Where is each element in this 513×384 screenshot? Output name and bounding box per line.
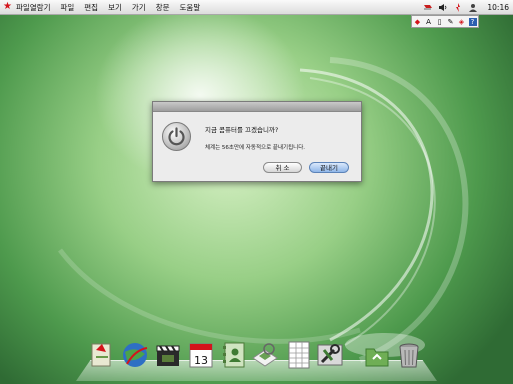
shutdown-button[interactable]: 끝내기	[309, 162, 349, 173]
menu-edit[interactable]: 편집	[84, 2, 98, 13]
volume-icon[interactable]	[438, 3, 448, 12]
dialog-question: 지금 콤퓨터를 끄겠습니까?	[205, 126, 279, 134]
menu-file[interactable]: 파일	[60, 2, 74, 13]
red-star-icon[interactable]: ★	[3, 2, 12, 12]
settings-icon[interactable]: ✎	[447, 18, 455, 26]
input-method-toolbar: ◆ A ▯ ✎ ◈ ?	[411, 15, 479, 28]
contacts-book-icon[interactable]	[220, 340, 248, 370]
video-clapper-icon[interactable]	[154, 340, 182, 370]
cancel-button[interactable]: 취 소	[263, 162, 302, 173]
top-menubar: ★ 파일열람기 파일 편집 보기 가기 창문 도움말 10:16	[0, 0, 513, 15]
menu-help[interactable]: 도움말	[180, 2, 201, 13]
shutdown-dialog: 지금 콤퓨터를 끄겠습니까? 체계는 56초만에 자동적으로 끝내기됩니다. 취…	[152, 101, 362, 182]
calendar-icon[interactable]: 13	[187, 340, 215, 370]
desktop: ★ 파일열람기 파일 편집 보기 가기 창문 도움말 10:16 ◆ A ▯ ✎…	[0, 0, 513, 384]
menu-file-browser[interactable]: 파일열람기	[16, 2, 51, 13]
help-icon[interactable]: ?	[468, 17, 477, 26]
user-icon[interactable]	[468, 3, 478, 12]
system-tray: 10:16	[423, 1, 509, 13]
trash-icon[interactable]	[395, 340, 423, 370]
layout-icon[interactable]: ▯	[436, 18, 444, 26]
folder-icon[interactable]	[363, 340, 391, 370]
clock[interactable]: 10:16	[487, 3, 509, 12]
documents-icon[interactable]	[88, 340, 116, 370]
menu-view[interactable]: 보기	[108, 2, 122, 13]
dialog-titlebar[interactable]	[153, 102, 361, 112]
power-status-icon[interactable]	[453, 2, 463, 12]
menu-go[interactable]: 가기	[132, 2, 146, 13]
wallpaper-swirl	[58, 57, 469, 363]
input-language-icon[interactable]: ◆	[414, 18, 422, 26]
keyboard-icon[interactable]: ◈	[458, 18, 466, 26]
dialog-detail: 체계는 56초만에 자동적으로 끝내기됩니다.	[205, 145, 306, 151]
calendar-day: 13	[194, 354, 208, 367]
globe-browser-icon[interactable]	[121, 340, 149, 370]
input-mode-letter[interactable]: A	[425, 18, 433, 26]
power-icon	[162, 122, 191, 151]
dock: 13	[88, 340, 428, 374]
menu-window[interactable]: 창문	[156, 2, 170, 13]
network-icon[interactable]	[423, 3, 433, 12]
photo-viewer-icon[interactable]	[251, 340, 279, 370]
spreadsheet-icon[interactable]	[285, 340, 313, 370]
system-tools-icon[interactable]	[316, 340, 344, 370]
